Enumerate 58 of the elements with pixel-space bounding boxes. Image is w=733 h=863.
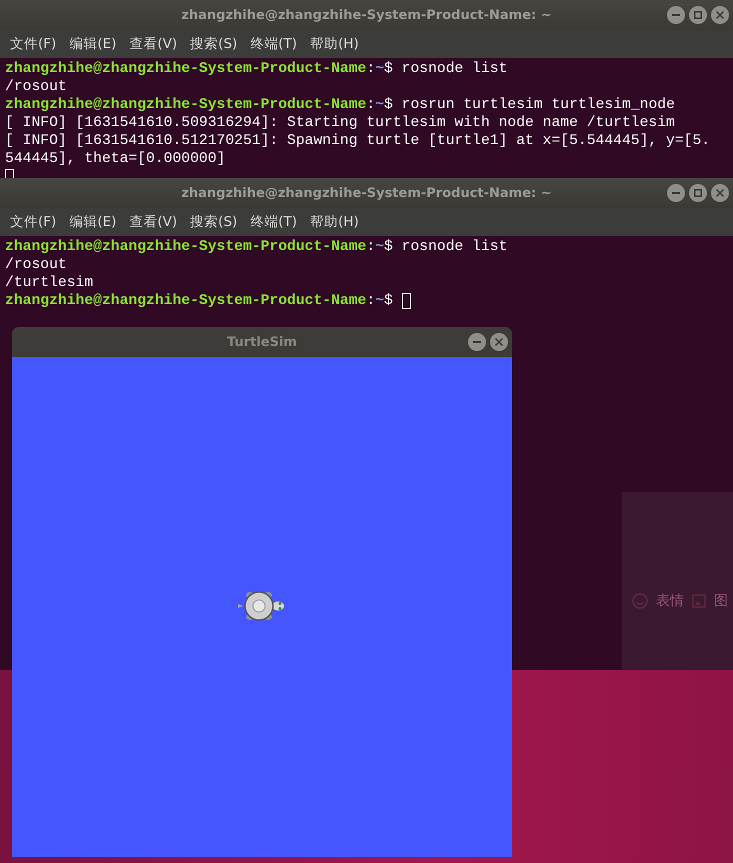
- image-icon: [692, 594, 706, 608]
- menu-item[interactable]: 帮助(H): [310, 35, 359, 53]
- menu-item[interactable]: 搜索(S): [190, 213, 238, 231]
- output-text: /rosout: [5, 256, 67, 274]
- window-title: zhangzhihe@zhangzhihe-System-Product-Name: ~: [180, 8, 553, 22]
- prompt-user-host: zhangzhihe@zhangzhihe-System-Product-Name: [5, 96, 366, 114]
- close-icon: [715, 10, 725, 20]
- minimize-button[interactable]: [667, 6, 685, 24]
- minimize-button[interactable]: [468, 333, 486, 351]
- prompt-path: ~: [375, 292, 384, 310]
- close-button[interactable]: [711, 6, 729, 24]
- command-text: $ rosnode list: [384, 238, 508, 256]
- close-button[interactable]: [490, 333, 508, 351]
- menu-item[interactable]: 编辑(E): [69, 213, 116, 231]
- output-text: /rosout: [5, 78, 67, 96]
- menu-item[interactable]: 搜索(S): [190, 35, 238, 53]
- prompt-path: ~: [375, 96, 384, 114]
- menu-item[interactable]: 文件(F): [10, 35, 56, 53]
- menu-item[interactable]: 帮助(H): [310, 213, 359, 231]
- toolbar-label: 图: [714, 592, 728, 610]
- prompt-path: ~: [375, 60, 384, 78]
- prompt-colon: :: [366, 60, 376, 78]
- close-button[interactable]: [711, 184, 729, 202]
- prompt-user-host: zhangzhihe@zhangzhihe-System-Product-Name: [5, 292, 366, 310]
- close-icon: [715, 188, 725, 198]
- menu-item[interactable]: 编辑(E): [69, 35, 116, 53]
- window-title: TurtleSim: [227, 334, 297, 350]
- minimize-button[interactable]: [667, 184, 685, 202]
- menu-item[interactable]: 文件(F): [10, 213, 56, 231]
- prompt-user-host: zhangzhihe@zhangzhihe-System-Product-Name: [5, 238, 366, 256]
- command-text: $ rosnode list: [384, 60, 508, 78]
- output-text: 544445], theta=[0.000000]: [5, 150, 226, 168]
- prompt-colon: :: [366, 292, 376, 310]
- toolbar-label: 表情: [656, 592, 684, 610]
- minimize-icon: [671, 14, 681, 16]
- output-text: [ INFO] [1631541610.512170251]: Spawning turtle [turtle1] at x=[5.544445], y=[5.: [5, 132, 710, 150]
- maximize-icon: [693, 188, 703, 198]
- menu-item[interactable]: 终端(T): [250, 35, 298, 53]
- menu-item[interactable]: 终端(T): [250, 213, 298, 231]
- output-text: /turtlesim: [5, 274, 94, 292]
- menu-item[interactable]: 查看(V): [129, 35, 178, 53]
- maximize-button[interactable]: [689, 6, 707, 24]
- turtle-icon: [238, 591, 284, 621]
- prompt-colon: :: [366, 238, 376, 256]
- prompt-colon: :: [366, 96, 376, 114]
- window-title: zhangzhihe@zhangzhihe-System-Product-Name: ~: [180, 186, 553, 200]
- close-icon: [494, 337, 504, 347]
- maximize-button[interactable]: [689, 184, 707, 202]
- command-text: $ rosrun turtlesim turtlesim_node: [384, 96, 675, 114]
- maximize-icon: [693, 10, 703, 20]
- prompt-path: ~: [375, 238, 384, 256]
- minimize-icon: [671, 192, 681, 194]
- minimize-icon: [472, 341, 482, 343]
- smiley-icon: [632, 593, 648, 609]
- output-text: [ INFO] [1631541610.509316294]: Starting turtlesim with node name /turtlesim: [5, 114, 675, 132]
- command-text: $: [384, 292, 393, 310]
- menu-item[interactable]: 查看(V): [129, 213, 178, 231]
- prompt-user-host: zhangzhihe@zhangzhihe-System-Product-Name: [5, 60, 366, 78]
